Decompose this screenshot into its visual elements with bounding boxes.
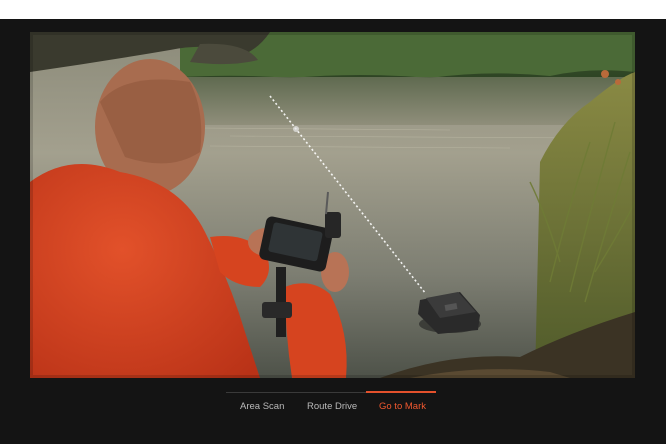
tab-route-drive[interactable]: Route Drive [307,400,357,414]
tab-area-scan[interactable]: Area Scan [240,400,284,414]
feature-photo [30,32,635,378]
active-tab-indicator [366,391,436,393]
top-margin [0,0,666,19]
feature-tabs: Area Scan Route Drive Go to Mark [226,391,436,421]
feature-showcase-panel: Area Scan Route Drive Go to Mark [0,19,666,444]
tab-go-to-mark[interactable]: Go to Mark [379,400,426,414]
lake-scene-illustration [30,32,635,378]
